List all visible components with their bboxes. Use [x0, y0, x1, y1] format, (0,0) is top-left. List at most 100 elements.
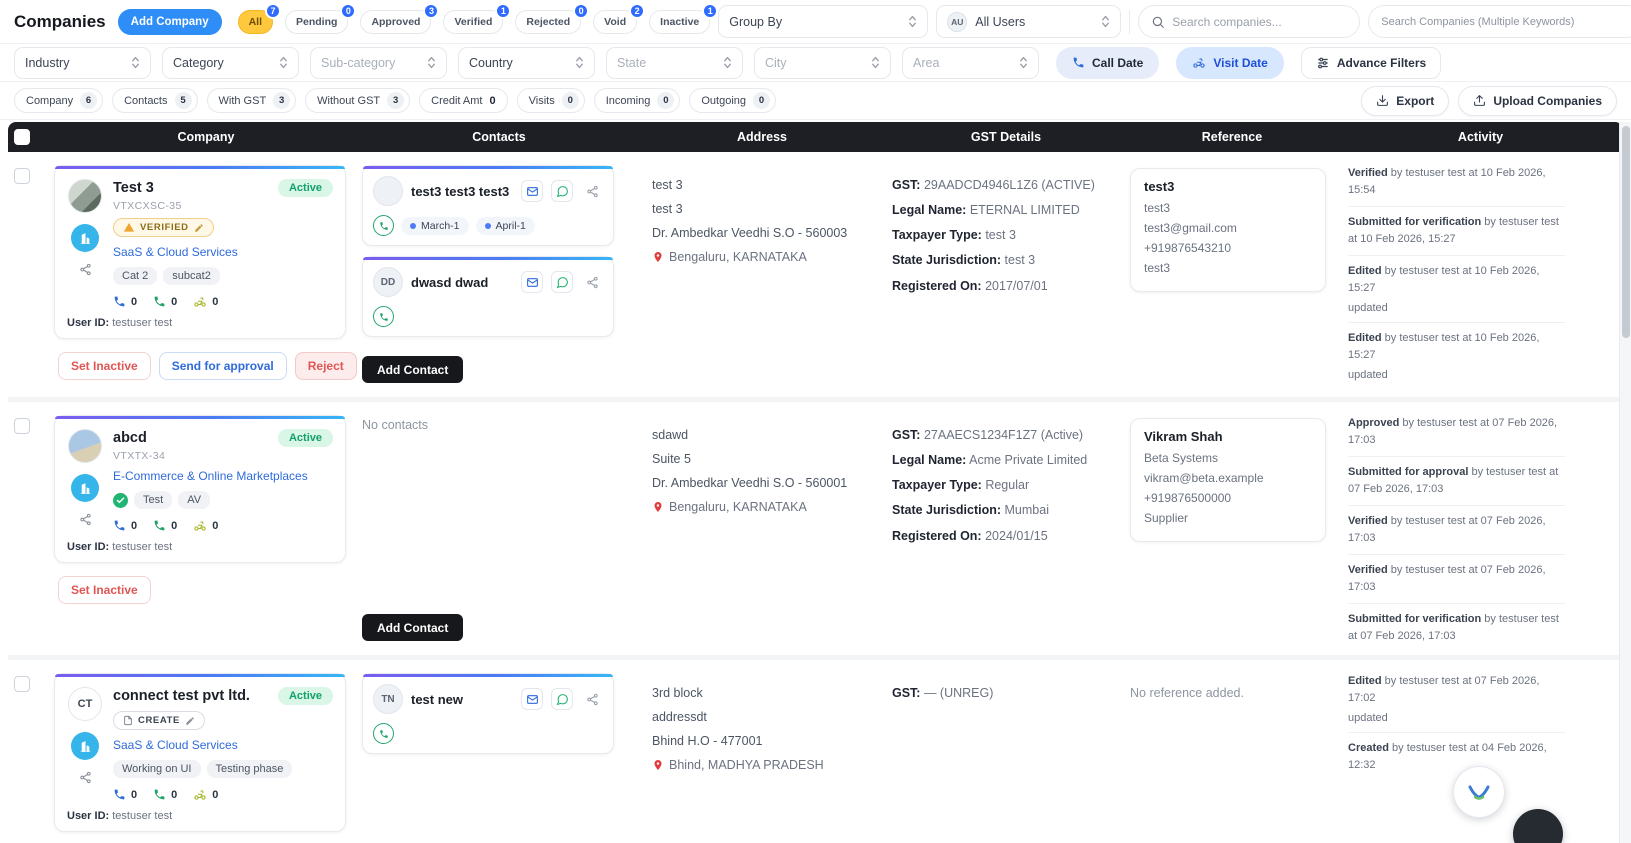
reference-card: Vikram Shah Beta Systems vikram@beta.examp… [1130, 418, 1326, 542]
add-contact-button[interactable]: Add Contact [362, 614, 464, 641]
reference-line: test3 [1144, 201, 1171, 215]
filter-select-country[interactable]: Country [458, 46, 595, 79]
call-date-button[interactable]: Call Date [1056, 46, 1160, 79]
chevron-updown-icon [908, 14, 917, 29]
email-icon[interactable] [521, 180, 543, 202]
gst-label: GST: [892, 686, 921, 700]
whatsapp-icon[interactable] [551, 180, 573, 202]
filter-select-city[interactable]: City [754, 46, 891, 79]
status-filter-approved[interactable]: Approved 3 [360, 2, 440, 34]
company-actions: Set Inactive [54, 576, 346, 604]
stat-chip-incoming[interactable]: Incoming 0 [593, 88, 681, 113]
status-filter-verified[interactable]: Verified 1 [443, 2, 512, 34]
filter-select-state[interactable]: State [606, 46, 743, 79]
whatsapp-icon[interactable] [551, 688, 573, 710]
add-contact-button[interactable]: Add Contact [362, 356, 464, 383]
group-by-select[interactable]: Group By [718, 5, 929, 38]
filter-select-area[interactable]: Area [902, 46, 1039, 79]
stat-chip-outgoing[interactable]: Outgoing 0 [689, 88, 777, 113]
whatsapp-icon[interactable] [551, 271, 573, 293]
activity-line: Edited by testuser test at 10 Feb 2026, … [1348, 332, 1540, 361]
share-contact-icon[interactable] [581, 271, 603, 293]
share-icon[interactable] [79, 513, 92, 526]
share-icon[interactable] [79, 771, 92, 784]
reject-button[interactable]: Reject [294, 352, 357, 380]
edit-icon[interactable] [185, 716, 195, 726]
multi-keyword-search-input[interactable] [1368, 5, 1631, 38]
gst-cell: GST: 27AAECS1234F1Z7 (Active) Legal Name:… [886, 402, 1126, 655]
company-card: CT connect test pvt ltd. Active CREATE SaaS … [54, 673, 346, 832]
count-visits: 0 [193, 295, 218, 308]
verified-badge[interactable]: VERIFIED [113, 218, 214, 237]
stat-chip-credit-amt[interactable]: Credit Amt 0 [419, 88, 508, 113]
address-line: Bhind H.O - 477001 [652, 734, 763, 748]
count-value: 0 [171, 788, 178, 801]
stat-chip-with-gst[interactable]: With GST 3 [206, 88, 297, 113]
email-icon[interactable] [521, 688, 543, 710]
advance-filters-button[interactable]: Advance Filters [1300, 46, 1442, 79]
stat-chip-without-gst[interactable]: Without GST 3 [305, 88, 411, 113]
status-filter-all[interactable]: All 7 [237, 2, 282, 34]
user-id-label: User ID: [67, 317, 110, 329]
status-filter-void[interactable]: Void 2 [593, 2, 646, 34]
select-all-checkbox[interactable] [14, 129, 30, 145]
stat-chip-label: Outgoing [701, 94, 747, 107]
status-filter-inactive[interactable]: Inactive 1 [649, 2, 719, 34]
activity-line: Created by testuser test at 04 Feb 2026,… [1348, 742, 1547, 771]
call-icon[interactable] [373, 306, 394, 327]
count-calls-out: 0 [153, 788, 177, 801]
share-contact-icon[interactable] [581, 180, 603, 202]
count-badge: 7 [265, 2, 282, 19]
reference-line: +919876500000 [1144, 491, 1232, 505]
gst-cell: GST: 29AADCD4946L1Z6 (ACTIVE) Legal Name:… [886, 152, 1126, 397]
send-for-approval-button[interactable]: Send for approval [158, 352, 287, 380]
add-company-button[interactable]: Add Company [117, 8, 222, 35]
all-users-select[interactable]: AU All Users [936, 5, 1122, 38]
stat-chip-company[interactable]: Company 6 [14, 88, 104, 113]
chat-widget[interactable] [1453, 766, 1505, 818]
tag-dot-icon [484, 222, 491, 229]
stat-chip-label: Company [26, 94, 74, 107]
search-companies-input[interactable] [1172, 14, 1348, 29]
stat-chip-visits[interactable]: Visits 0 [516, 88, 585, 113]
share-icon[interactable] [79, 263, 92, 276]
filter-select-sub-category[interactable]: Sub-category [310, 46, 447, 79]
count-calls: 0 [113, 788, 137, 801]
gst-label: Taxpayer Type: [892, 478, 982, 493]
company-actions: Set Inactive Send for approval Reject [54, 352, 357, 380]
status-filter-rejected[interactable]: Rejected 0 [515, 2, 590, 34]
row-checkbox[interactable] [14, 418, 30, 434]
count-value: 0 [212, 295, 219, 308]
create-badge[interactable]: CREATE [113, 711, 205, 730]
filter-select-industry[interactable]: Industry [14, 46, 151, 79]
column-header-company: Company [177, 130, 235, 144]
activity-item: Edited by testuser test at 10 Feb 2026, … [1348, 323, 1565, 389]
company-cell: CT connect test pvt ltd. Active CREATE SaaS … [52, 660, 360, 843]
phone-outgoing-icon [153, 788, 166, 801]
row-checkbox[interactable] [14, 676, 30, 692]
reference-name: Vikram Shah [1144, 429, 1223, 444]
set-inactive-button[interactable]: Set Inactive [58, 576, 151, 604]
activity-line: Verified by testuser test at 07 Feb 2026… [1348, 564, 1546, 593]
edit-icon[interactable] [194, 223, 204, 233]
call-icon[interactable] [373, 215, 394, 236]
visit-date-button[interactable]: Visit Date [1176, 46, 1284, 79]
activity-item: Verified by testuser test at 07 Feb 2026… [1348, 506, 1565, 555]
stat-chip-label: Without GST [317, 94, 381, 107]
address-cell: test 3 test 3 Dr. Ambedkar Veedhi S.O - 56… [638, 152, 886, 397]
row-checkbox[interactable] [14, 168, 30, 184]
status-filter-pending[interactable]: Pending 0 [285, 2, 357, 34]
address-line: sdawd [652, 428, 689, 442]
set-inactive-button[interactable]: Set Inactive [58, 352, 151, 380]
scrollbar-thumb[interactable] [1622, 126, 1630, 338]
chevron-updown-icon [723, 55, 732, 70]
stat-chip-contacts[interactable]: Contacts 5 [112, 88, 198, 113]
upload-companies-button[interactable]: Upload Companies [1458, 85, 1617, 116]
share-contact-icon[interactable] [581, 688, 603, 710]
company-row: abcd Active VTXTX-34 E-Commerce & Online Ma… [8, 402, 1623, 660]
phone-incoming-icon [113, 519, 126, 532]
export-button[interactable]: Export [1361, 85, 1450, 116]
email-icon[interactable] [521, 271, 543, 293]
filter-select-category[interactable]: Category [162, 46, 299, 79]
call-icon[interactable] [373, 723, 394, 744]
